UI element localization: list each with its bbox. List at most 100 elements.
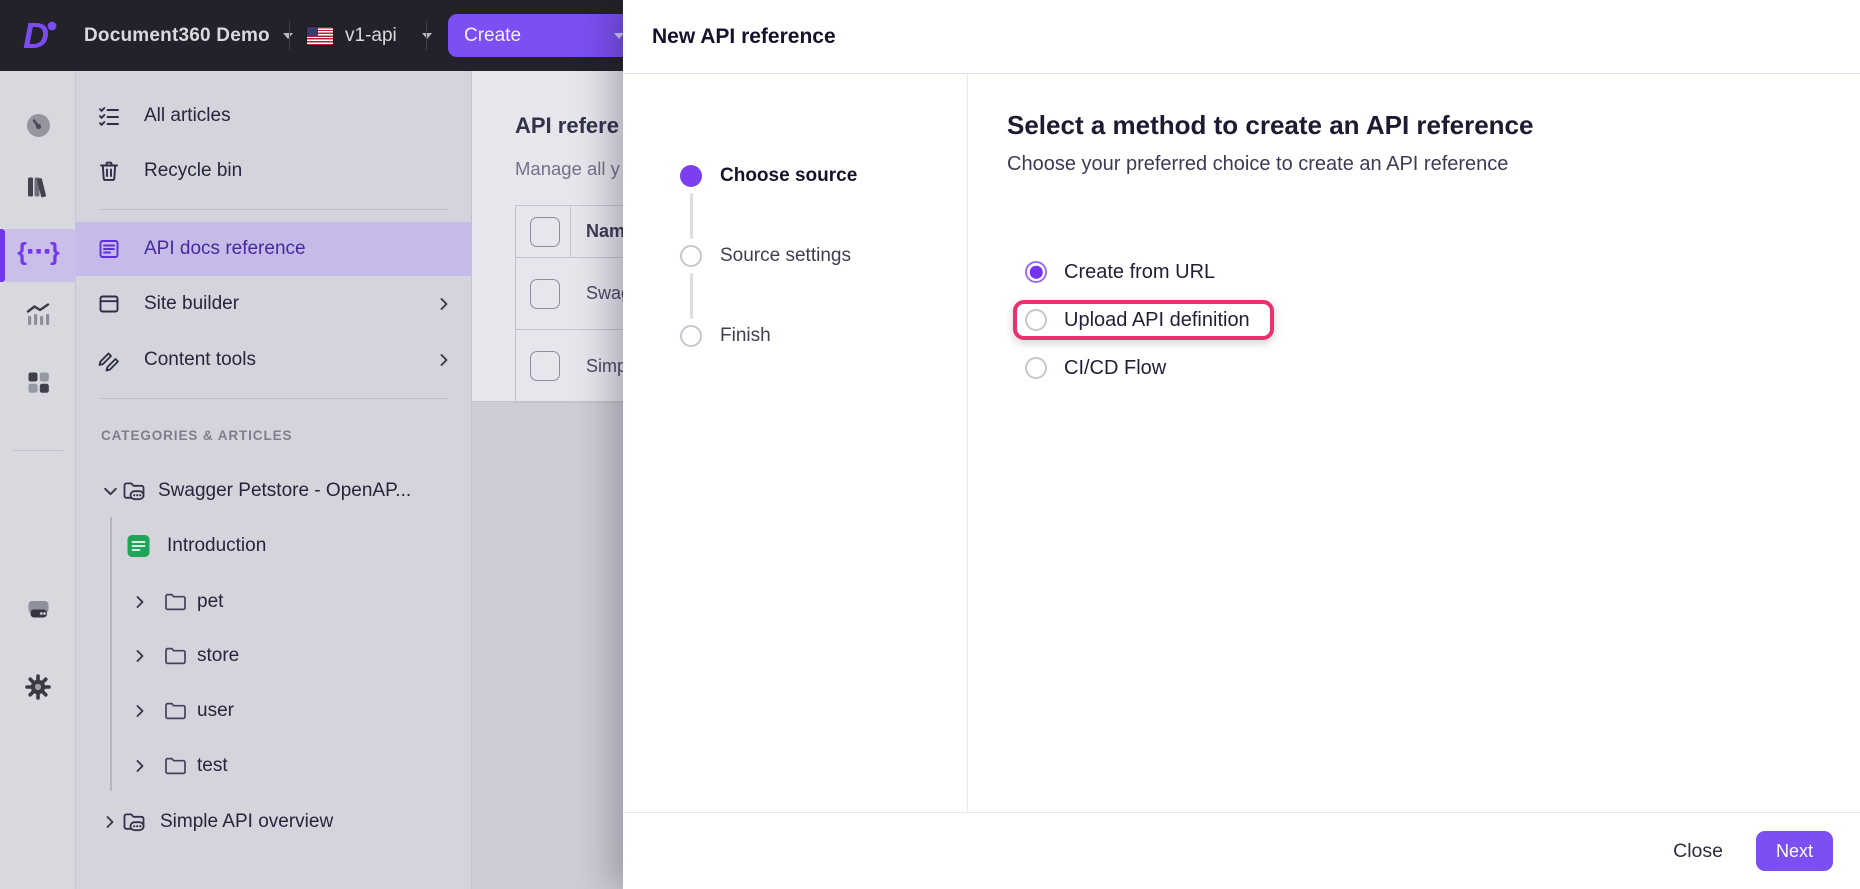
- select-all-checkbox[interactable]: [530, 216, 560, 247]
- svg-text:D: D: [23, 15, 49, 56]
- tree-item-label: Simple API overview: [160, 811, 334, 832]
- next-button[interactable]: Next: [1756, 831, 1833, 871]
- sidebar-item-label: Site builder: [144, 293, 240, 314]
- step-connector: [689, 193, 693, 239]
- analytics-icon[interactable]: [0, 289, 76, 341]
- tree-item-pet[interactable]: pet: [76, 575, 472, 629]
- widgets-icon[interactable]: [0, 356, 76, 408]
- method-heading: Select a method to create an API referen…: [1007, 110, 1534, 140]
- sidebar-item-label: Content tools: [144, 349, 256, 370]
- page-subtitle: Manage all y: [515, 158, 620, 179]
- chevron-right-icon[interactable]: [132, 703, 148, 719]
- tree-item-label: test: [197, 755, 228, 776]
- radio-selected[interactable]: [1025, 261, 1047, 283]
- tree-item-swagger-petstore[interactable]: Swagger Petstore - OpenAP...: [76, 464, 472, 518]
- drawer-footer: Close Next: [623, 812, 1860, 889]
- sidebar-item-all-articles[interactable]: All articles: [76, 89, 472, 143]
- chevron-right-icon[interactable]: [102, 814, 118, 830]
- sidebar: All articles Recycle bin API docs refere…: [76, 71, 472, 889]
- step-label: Finish: [720, 325, 771, 346]
- tree-item-label: Swagger Petstore - OpenAP...: [158, 480, 412, 501]
- method-subheading: Choose your preferred choice to create a…: [1007, 153, 1509, 175]
- chevron-right-icon[interactable]: [132, 594, 148, 610]
- tree-item-label: pet: [197, 591, 224, 612]
- drive-icon[interactable]: [0, 584, 76, 636]
- option-label: Upload API definition: [1064, 308, 1250, 331]
- row-checkbox[interactable]: [530, 351, 560, 381]
- chevron-down-icon[interactable]: [102, 483, 118, 499]
- method-options: Create from URL Upload API definition CI…: [1007, 248, 1820, 392]
- topbar-divider: [289, 21, 290, 50]
- sidebar-item-label: API docs reference: [144, 238, 306, 259]
- document360-logo-icon[interactable]: D: [20, 15, 62, 57]
- row-name: Simp: [586, 355, 628, 376]
- sidebar-item-label: All articles: [144, 105, 231, 126]
- tree-item-label: user: [197, 700, 234, 721]
- tree-item-label: store: [197, 645, 240, 666]
- new-api-reference-drawer: New API reference Choose source Source s…: [623, 0, 1860, 889]
- folder-icon: [164, 592, 187, 612]
- article-icon: [127, 535, 150, 558]
- us-flag-icon: [307, 26, 333, 45]
- step-connector: [689, 273, 693, 319]
- checklist-icon: [97, 104, 121, 128]
- drawer-header: New API reference: [623, 0, 1860, 74]
- option-label: CI/CD Flow: [1064, 356, 1167, 379]
- drawer-title: New API reference: [652, 24, 836, 48]
- page-title: API refere: [515, 113, 619, 138]
- sidebar-divider: [100, 398, 448, 399]
- settings-gear-icon[interactable]: [0, 661, 76, 713]
- column-divider: [570, 205, 571, 258]
- chevron-right-icon[interactable]: [132, 758, 148, 774]
- sidebar-item-label: Recycle bin: [144, 160, 243, 181]
- icon-rail: {⋯}: [0, 71, 76, 889]
- option-label: Create from URL: [1064, 260, 1216, 283]
- chevron-right-icon: [436, 296, 452, 312]
- step-label: Source settings: [720, 245, 851, 266]
- project-name: Document360 Demo: [84, 24, 270, 46]
- row-checkbox[interactable]: [530, 278, 560, 309]
- workspace-switcher[interactable]: v1-api: [307, 0, 432, 71]
- tree-item-store[interactable]: store: [76, 629, 472, 683]
- sidebar-divider: [100, 209, 448, 210]
- tree-item-user[interactable]: user: [76, 684, 472, 738]
- sidebar-item-api-docs-reference[interactable]: API docs reference: [76, 222, 472, 276]
- api-category-folder-icon: [122, 810, 150, 834]
- workspace-name: v1-api: [345, 24, 397, 46]
- tree-item-introduction[interactable]: Introduction: [76, 519, 472, 573]
- dashboard-icon[interactable]: [0, 99, 76, 151]
- option-cicd-flow[interactable]: CI/CD Flow: [1007, 344, 1190, 392]
- tree-item-simple-api-overview[interactable]: Simple API overview: [76, 795, 472, 849]
- rail-divider: [13, 450, 63, 451]
- documentation-icon[interactable]: [0, 161, 76, 213]
- create-button-label: Create: [464, 24, 522, 46]
- categories-section-label: CATEGORIES & ARTICLES: [101, 428, 293, 443]
- create-button[interactable]: Create: [448, 14, 640, 57]
- wizard-stepper: Choose source Source settings Finish: [623, 74, 968, 812]
- api-docs-icon[interactable]: {⋯}: [0, 226, 76, 278]
- step-dot-idle: [680, 325, 702, 347]
- option-create-from-url[interactable]: Create from URL: [1007, 248, 1239, 296]
- project-switcher[interactable]: Document360 Demo: [84, 0, 293, 71]
- api-reference-icon: [97, 237, 121, 261]
- radio-unselected[interactable]: [1025, 309, 1047, 331]
- sidebar-item-content-tools[interactable]: Content tools: [76, 333, 472, 387]
- chevron-right-icon[interactable]: [132, 648, 148, 664]
- tools-icon: [97, 348, 121, 372]
- wizard-content: Select a method to create an API referen…: [968, 74, 1860, 812]
- radio-unselected[interactable]: [1025, 357, 1047, 379]
- window-icon: [97, 292, 121, 316]
- tree-item-label: Introduction: [167, 535, 267, 556]
- folder-icon: [164, 756, 187, 776]
- topbar-divider: [426, 21, 427, 50]
- sidebar-item-site-builder[interactable]: Site builder: [76, 277, 472, 331]
- close-button[interactable]: Close: [1673, 840, 1723, 863]
- tree-item-test[interactable]: test: [76, 739, 472, 793]
- chevron-right-icon: [436, 352, 452, 368]
- sidebar-item-recycle-bin[interactable]: Recycle bin: [76, 144, 472, 198]
- option-upload-api-definition[interactable]: Upload API definition: [1007, 296, 1274, 344]
- chevron-down-icon: [282, 32, 293, 39]
- api-category-folder-icon: [122, 479, 150, 503]
- trash-icon: [97, 159, 121, 183]
- step-label: Choose source: [720, 165, 858, 186]
